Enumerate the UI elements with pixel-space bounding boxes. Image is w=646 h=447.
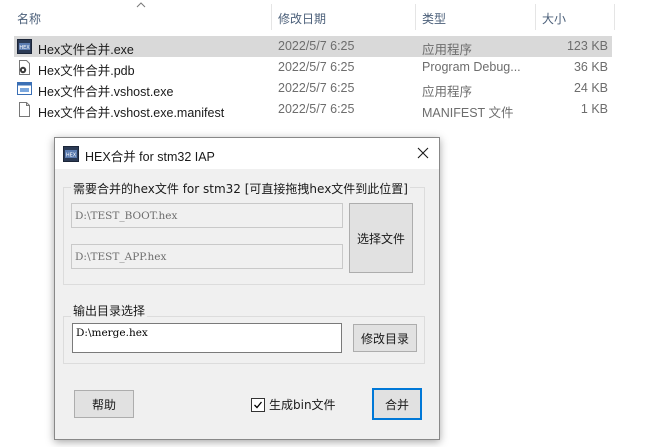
close-button[interactable] — [407, 138, 439, 169]
dialog-title: HEX合并 for stm32 IAP — [85, 150, 215, 164]
pdb-file-icon — [17, 60, 32, 75]
file-row[interactable]: Hex文件合并.pdb 2022/5/7 6:25 Program Debug.… — [14, 57, 612, 78]
file-row[interactable]: HEX Hex文件合并.exe 2022/5/7 6:25 应用程序 123 K… — [14, 36, 612, 57]
column-header-name[interactable]: 名称 — [17, 10, 41, 27]
column-header-type[interactable]: 类型 — [422, 10, 446, 27]
merge-button[interactable]: 合并 — [372, 388, 422, 420]
output-group-label: 输出目录选择 — [71, 302, 148, 319]
file-date: 2022/5/7 6:25 — [278, 60, 355, 74]
file-type: MANIFEST 文件 — [422, 106, 514, 120]
column-divider[interactable] — [271, 4, 272, 30]
column-header-date[interactable]: 修改日期 — [278, 10, 326, 27]
modify-dir-button[interactable]: 修改目录 — [353, 324, 417, 352]
file-name: Hex文件合并.vshost.exe — [38, 85, 174, 99]
file-date: 2022/5/7 6:25 — [278, 102, 355, 116]
blank-file-icon — [17, 102, 32, 117]
file-type: Program Debug... — [422, 60, 521, 74]
file-row[interactable]: Hex文件合并.vshost.exe.manifest 2022/5/7 6:2… — [14, 99, 612, 120]
file-date: 2022/5/7 6:25 — [278, 81, 355, 95]
file-row[interactable]: Hex文件合并.vshost.exe 2022/5/7 6:25 应用程序 24… — [14, 78, 612, 99]
dialog-titlebar[interactable]: HEX HEX合并 for stm32 IAP — [55, 138, 439, 169]
checkbox-box[interactable] — [251, 397, 265, 412]
select-file-button[interactable]: 选择文件 — [349, 203, 413, 273]
file-size: 36 KB — [573, 60, 608, 74]
window-app-icon — [17, 81, 32, 96]
file-size: 123 KB — [566, 39, 608, 53]
column-divider[interactable] — [535, 4, 536, 30]
app-hex-field[interactable]: D:\TEST_APP.hex — [71, 244, 343, 269]
gen-bin-checkbox[interactable]: 生成bin文件 — [251, 396, 336, 413]
file-type: 应用程序 — [422, 85, 473, 99]
help-button[interactable]: 帮助 — [74, 390, 134, 418]
gen-bin-label: 生成bin文件 — [269, 398, 336, 412]
file-date: 2022/5/7 6:25 — [278, 39, 355, 53]
file-name: Hex文件合并.vshost.exe.manifest — [38, 106, 225, 120]
hex-app-icon: HEX — [63, 146, 79, 162]
file-type: 应用程序 — [422, 43, 473, 57]
file-name: Hex文件合并.exe — [38, 43, 134, 57]
input-group-label: 需要合并的hex文件 for stm32 [可直接拖拽hex文件到此位置] — [71, 180, 410, 197]
app-exe-icon: HEX — [17, 39, 32, 54]
checkmark-icon — [254, 401, 263, 408]
explorer-header: 名称 修改日期 类型 大小 — [0, 0, 646, 34]
hex-icon-label: HEX — [66, 153, 77, 159]
output-path-input[interactable]: D:\merge.hex — [72, 323, 342, 353]
column-divider[interactable] — [614, 4, 615, 30]
file-size: 24 KB — [573, 81, 608, 95]
file-name: Hex文件合并.pdb — [38, 64, 135, 78]
hex-merge-dialog: HEX HEX合并 for stm32 IAP 需要合并的hex文件 for s… — [54, 137, 440, 440]
boot-hex-field[interactable]: D:\TEST_BOOT.hex — [71, 203, 343, 228]
sort-ascending-icon — [136, 0, 146, 11]
column-divider[interactable] — [415, 4, 416, 30]
close-icon — [417, 147, 429, 159]
column-header-size[interactable]: 大小 — [542, 10, 566, 27]
svg-text:HEX: HEX — [19, 45, 30, 51]
file-size: 1 KB — [580, 102, 608, 116]
